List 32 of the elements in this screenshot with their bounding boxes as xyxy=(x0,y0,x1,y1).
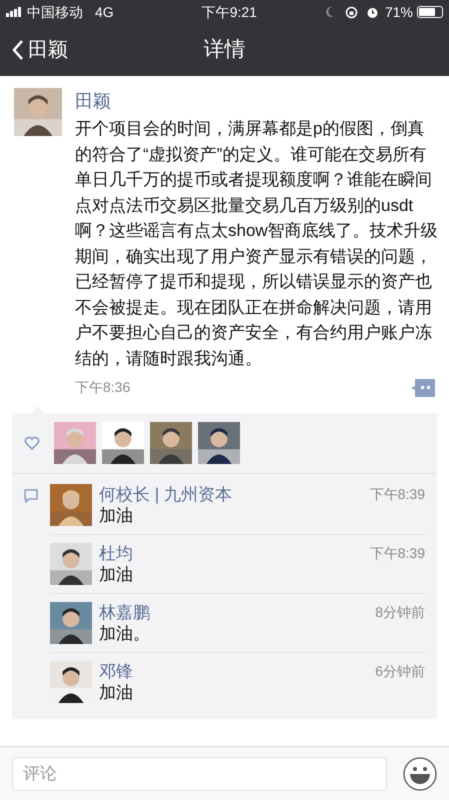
commenter-name[interactable]: 何校长 | 九州资本 xyxy=(99,484,232,505)
back-button[interactable]: 田颖 xyxy=(12,35,68,65)
comment-text: 加油。 xyxy=(99,623,151,644)
carrier-name: 中国移动 xyxy=(27,2,83,22)
comment-input-field[interactable]: 评论 xyxy=(12,756,387,790)
signal-icon xyxy=(6,7,24,17)
battery-icon xyxy=(417,6,443,18)
alarm-icon xyxy=(366,6,379,18)
rotation-lock-icon xyxy=(344,6,358,18)
comment-time: 6分钟前 xyxy=(375,662,425,681)
comment-menu-icon[interactable] xyxy=(411,378,435,396)
comment-text: 加油 xyxy=(99,564,134,585)
comment-text: 加油 xyxy=(99,505,134,526)
comment-time: 8分钟前 xyxy=(375,603,425,622)
moon-icon xyxy=(324,6,335,18)
commenter-name[interactable]: 邓锋 xyxy=(99,661,133,682)
network-type: 4G xyxy=(95,2,114,22)
emoji-icon[interactable] xyxy=(403,756,437,790)
heart-icon xyxy=(24,436,40,450)
battery-percent: 71% xyxy=(384,2,413,22)
back-chevron-icon xyxy=(12,39,24,61)
comment-time: 下午8:39 xyxy=(370,544,425,563)
page-title: 详情 xyxy=(204,37,246,64)
commenter-name[interactable]: 林嘉鹏 xyxy=(99,602,150,623)
comment-text: 加油 xyxy=(99,682,134,703)
author-name[interactable]: 田颖 xyxy=(75,88,435,114)
comment-icon xyxy=(24,489,38,503)
post-time: 下午8:36 xyxy=(75,378,130,397)
comment-time: 下午8:39 xyxy=(370,485,425,504)
clock: 下午9:21 xyxy=(202,2,258,22)
post-text: 开个项目会的时间，满屏幕都是p的假图，倒真的符合了“虚拟资产”的定义。谁可能在交易所有单日几千万的提币或者提现额度啊？谁能在瞬间点对点法币交易区批量交易几百万级别的usdt啊？这些谣言有点太show智商底线了。技术升级期间，确实出现了用户资产显示有错误的问题，已经暂停了提币和提现，所以错误显示的资产也不会被提走。现在团队正在拼命解决问题，请用户不要担心自己的资产安全，有合约用户账户冻结的，请随时跟我沟通。 xyxy=(75,118,439,370)
commenter-name[interactable]: 杜均 xyxy=(99,543,133,564)
